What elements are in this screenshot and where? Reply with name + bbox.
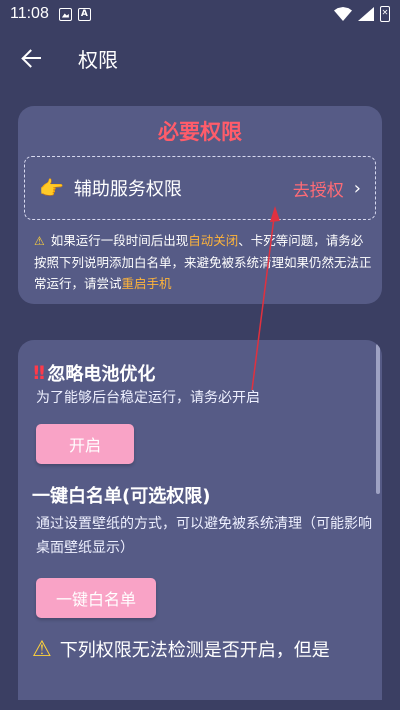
required-permissions-card: 必要权限 👉 辅助服务权限 去授权 › ⚠ 如果运行一段时间后出现自动关闭、卡死…: [18, 106, 382, 304]
battery-optimization-heading: !! 忽略电池优化: [32, 360, 155, 386]
scrollbar[interactable]: [376, 344, 380, 494]
back-arrow-icon[interactable]: [20, 46, 44, 70]
warning-icon: ⚠: [34, 234, 45, 248]
signal-icon: [358, 7, 374, 21]
authorize-label: 去授权: [292, 180, 344, 201]
status-bar: 11:08 A: [0, 0, 400, 28]
whitelist-desc: 通过设置壁纸的方式，可以避免被系统清理（可能影响桌面壁纸显示）: [36, 516, 372, 556]
authorize-link[interactable]: 去授权 ›: [293, 176, 361, 201]
undetectable-text: 下列权限无法检测是否开启，但是: [59, 640, 330, 661]
one-click-whitelist-button[interactable]: 一键白名单: [36, 578, 156, 618]
optional-permissions-card: !! 忽略电池优化 为了能够后台稳定运行，请务必开启 开启 一键白名单(可选权限…: [18, 340, 382, 700]
wifi-icon: [334, 7, 352, 21]
battery-icon: [380, 6, 390, 22]
notice-highlight-auto-close: 自动关闭: [188, 233, 239, 248]
accessibility-service-row[interactable]: 👉 辅助服务权限 去授权 ›: [24, 156, 376, 220]
accessibility-service-label: 辅助服务权限: [73, 179, 182, 200]
whitelist-heading: 一键白名单(可选权限): [32, 482, 210, 508]
pointing-hand-icon: 👉: [39, 176, 64, 200]
enable-button[interactable]: 开启: [36, 424, 134, 464]
notice-part1: 如果运行一段时间后出现: [50, 233, 189, 248]
required-permissions-title: 必要权限: [158, 120, 242, 144]
warning-icon: ⚠: [32, 636, 52, 662]
status-indicators: [334, 6, 390, 22]
page-title: 权限: [78, 47, 118, 72]
undetectable-permissions-heading: ⚠ 下列权限无法检测是否开启，但是: [32, 636, 372, 662]
chevron-right-icon: ›: [353, 177, 361, 199]
gallery-notification-icon: [58, 7, 72, 21]
app-notification-icon: A: [77, 7, 91, 21]
toolbar: 权限: [0, 28, 400, 88]
battery-optimization-title: 忽略电池优化: [47, 364, 156, 385]
whitelist-title: 一键白名单(可选权限): [32, 486, 211, 507]
battery-optimization-desc: 为了能够后台稳定运行，请务必开启: [36, 390, 260, 406]
double-exclamation-icon: !!: [32, 362, 46, 384]
status-time: 11:08: [10, 5, 49, 22]
notice-text: ⚠ 如果运行一段时间后出现自动关闭、卡死等问题，请务必按照下列说明添加白名单，来…: [34, 230, 374, 294]
notice-highlight-restart: 重启手机: [121, 276, 172, 291]
